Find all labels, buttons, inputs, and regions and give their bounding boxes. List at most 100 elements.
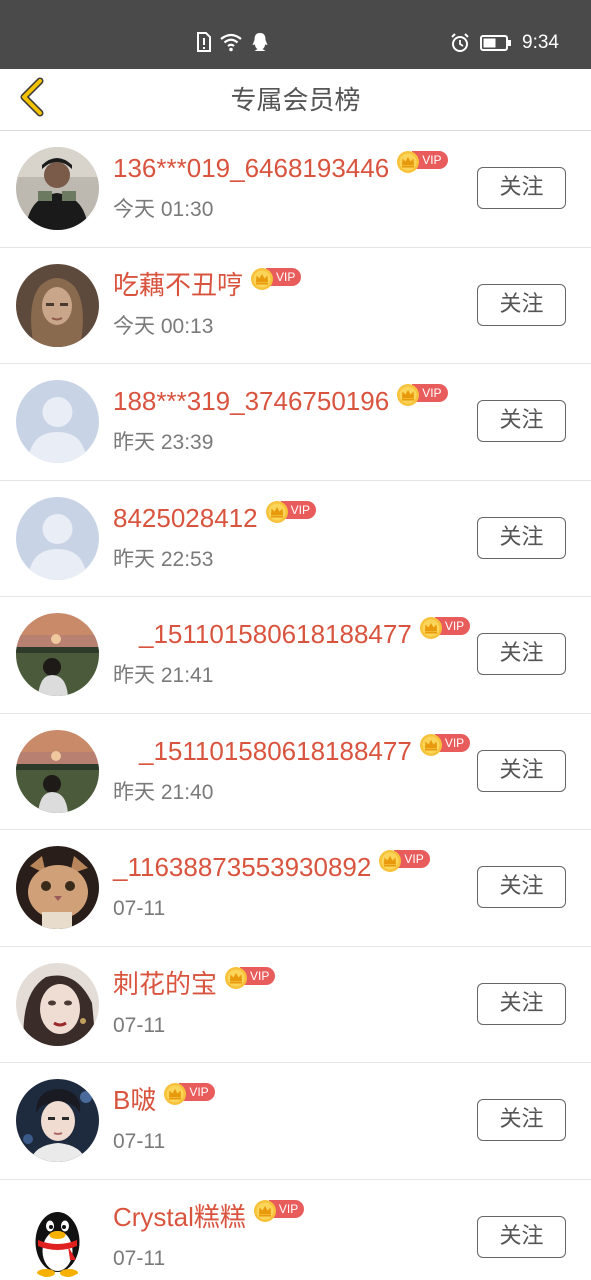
crown-icon <box>419 733 442 756</box>
avatar[interactable] <box>16 729 99 813</box>
name-line: _151101580618188477 VIP <box>113 733 471 768</box>
name-line: Crystal糕糕 VIP <box>113 1199 305 1234</box>
member-name: Crystal糕糕 <box>113 1201 246 1232</box>
visit-time: 07-11 <box>113 897 166 920</box>
user-photo-icon <box>16 263 99 347</box>
visit-time: 昨天 22:53 <box>113 547 214 571</box>
follow-button[interactable]: 关注 <box>477 400 566 442</box>
vip-badge: VIP <box>396 151 448 173</box>
list-item-1[interactable]: 136***019_6468193446 VIP 今天 01:30 关注 <box>0 131 591 248</box>
vip-badge: VIP <box>250 267 302 290</box>
user-photo-icon <box>16 1079 99 1162</box>
name-line: _11638873553930892 VIP <box>113 850 430 884</box>
vip-badge: VIP <box>419 733 471 756</box>
follow-button[interactable]: 关注 <box>477 749 566 792</box>
list-item-3[interactable]: 188***319_3746750196 VIP 昨天 23:39 关注 <box>0 364 591 481</box>
crown-icon <box>164 1083 187 1105</box>
list-item-5[interactable]: _151101580618188477 VIP 昨天 21:41 关注 <box>0 597 591 714</box>
crown-icon <box>397 151 420 173</box>
wifi-icon <box>220 33 242 52</box>
list-item-2[interactable]: 吃藕不丑哼 VIP 今天 00:13 关注 <box>0 248 591 364</box>
member-name: _151101580618188477 <box>113 619 412 649</box>
battery-icon <box>480 35 512 51</box>
visit-time: 昨天 21:40 <box>113 780 214 804</box>
visit-time: 昨天 21:41 <box>113 664 214 687</box>
member-name: 188***319_3746750196 <box>113 386 390 416</box>
visit-time: 今天 01:30 <box>113 198 214 221</box>
visit-time: 07-11 <box>113 1013 166 1037</box>
crown-icon <box>225 966 248 989</box>
member-name: 136***019_6468193446 <box>113 153 390 183</box>
member-name: _11638873553930892 <box>113 852 372 882</box>
status-bar: 9:34 <box>0 0 591 69</box>
name-line: 刺花的宝 VIP <box>113 966 276 1001</box>
follow-button[interactable]: 关注 <box>477 982 566 1025</box>
follow-button[interactable]: 关注 <box>477 283 566 326</box>
page-title: 专属会员榜 <box>230 86 361 116</box>
list-item-9[interactable]: B啵 VIP 07-11 关注 <box>0 1063 591 1180</box>
crown-icon <box>419 617 442 639</box>
visit-time: 07-11 <box>113 1246 166 1270</box>
list-item-8[interactable]: 刺花的宝 VIP 07-11 关注 <box>0 947 591 1063</box>
vip-badge: VIP <box>419 617 471 639</box>
follow-button[interactable]: 关注 <box>477 633 566 675</box>
list-item-4[interactable]: 8425028412 VIP 昨天 22:53 关注 <box>0 481 591 597</box>
name-line: _151101580618188477 VIP <box>113 617 471 651</box>
vip-badge: VIP <box>253 1199 305 1222</box>
name-line: 188***319_3746750196 VIP <box>113 384 448 418</box>
list-item-7[interactable]: _11638873553930892 VIP 07-11 关注 <box>0 830 591 947</box>
crown-icon <box>253 1199 276 1222</box>
member-list: 136***019_6468193446 VIP 今天 01:30 关注 吃藕不… <box>0 131 591 1280</box>
alarm-icon <box>451 33 469 52</box>
avatar[interactable] <box>16 962 99 1046</box>
visit-time: 昨天 23:39 <box>113 431 214 454</box>
crown-icon <box>379 850 402 872</box>
status-icons-center <box>197 32 269 52</box>
member-name: B啵 <box>113 1085 157 1115</box>
sim-alert-icon <box>197 32 211 52</box>
vip-badge: VIP <box>163 1083 215 1105</box>
member-name: 吃藕不丑哼 <box>113 269 244 300</box>
member-name: 8425028412 <box>113 502 258 533</box>
avatar[interactable] <box>16 263 99 347</box>
crown-icon <box>251 267 274 290</box>
avatar[interactable] <box>16 1079 99 1162</box>
crown-icon <box>397 384 420 406</box>
avatar[interactable] <box>16 1195 99 1279</box>
avatar[interactable] <box>16 613 99 696</box>
follow-button[interactable]: 关注 <box>477 1215 566 1258</box>
follow-button[interactable]: 关注 <box>477 167 566 209</box>
qq-penguin-icon <box>16 1195 99 1279</box>
follow-button[interactable]: 关注 <box>477 516 566 559</box>
name-line: 吃藕不丑哼 VIP <box>113 267 302 302</box>
visit-time: 今天 00:13 <box>113 314 214 338</box>
name-line: B啵 VIP <box>113 1083 215 1117</box>
name-line: 8425028412 VIP <box>113 500 316 535</box>
avatar[interactable] <box>16 846 99 929</box>
avatar[interactable] <box>16 380 99 463</box>
list-item-6[interactable]: _151101580618188477 VIP 昨天 21:40 关注 <box>0 714 591 830</box>
vip-badge: VIP <box>396 384 448 406</box>
avatar[interactable] <box>16 496 99 580</box>
crown-icon <box>265 500 288 523</box>
clock-time: 9:34 <box>522 32 559 53</box>
list-item-10[interactable]: Crystal糕糕 VIP 07-11 关注 <box>0 1180 591 1280</box>
user-photo-icon <box>16 147 99 230</box>
default-avatar-icon <box>16 380 99 463</box>
follow-button[interactable]: 关注 <box>477 1099 566 1141</box>
name-line: 136***019_6468193446 VIP <box>113 151 448 185</box>
user-photo-icon <box>16 729 99 813</box>
vip-badge: VIP <box>224 966 276 989</box>
member-name: 刺花的宝 <box>113 968 218 999</box>
status-icons-right: 9:34 <box>450 32 559 54</box>
vip-badge: VIP <box>378 850 430 872</box>
user-photo-icon <box>16 613 99 696</box>
qq-notification-icon <box>252 33 268 51</box>
member-name: _151101580618188477 <box>113 735 412 766</box>
user-photo-icon <box>16 962 99 1046</box>
user-photo-icon <box>16 846 99 929</box>
navigation-bar: 专属会员榜 <box>0 69 591 131</box>
avatar[interactable] <box>16 147 99 230</box>
default-avatar-icon <box>16 496 99 580</box>
follow-button[interactable]: 关注 <box>477 866 566 908</box>
